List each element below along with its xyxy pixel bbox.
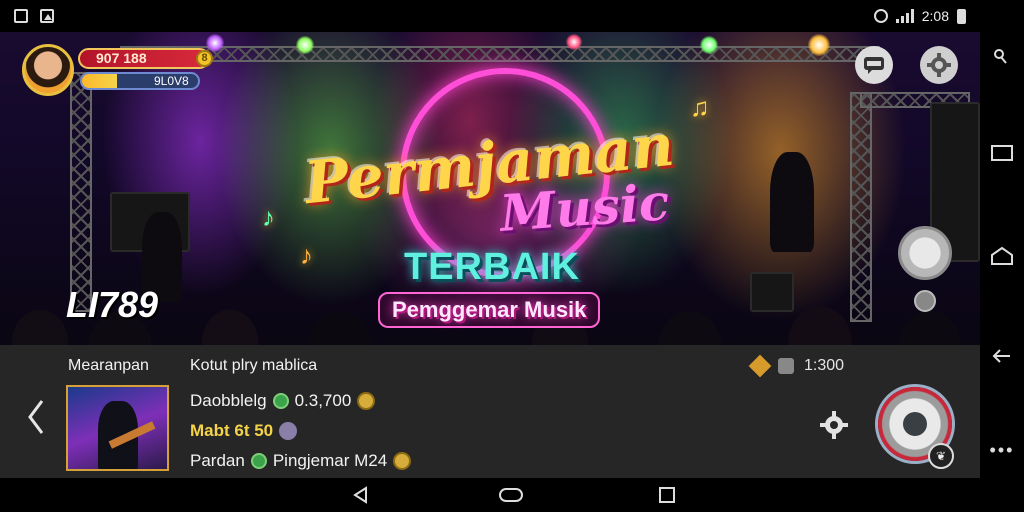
- back-arrow-icon[interactable]: [24, 397, 48, 437]
- logo-subtitle: TERBAIK: [404, 246, 580, 288]
- row-3-name: Pardan: [190, 451, 245, 470]
- grey-face-icon: [279, 422, 298, 440]
- key-icon[interactable]: [980, 48, 1024, 66]
- music-note-icon: ♪: [300, 240, 313, 270]
- record-icon: [903, 412, 927, 436]
- spotlight: [808, 34, 830, 56]
- more-icon[interactable]: •••: [980, 440, 1024, 461]
- spotlight: [566, 34, 582, 50]
- gear-icon[interactable]: [818, 409, 850, 441]
- settings-cog-icon[interactable]: [920, 46, 958, 84]
- panel-title: Mearanpan: [68, 357, 149, 374]
- green-gem-icon: [250, 453, 267, 469]
- system-nav-side: •••: [980, 0, 1024, 512]
- player-avatar[interactable]: [22, 44, 74, 96]
- panel-status: 1:300: [748, 354, 845, 378]
- logo-tagline: Pemggemar Musik: [378, 292, 601, 328]
- status-time: 2:08: [921, 8, 949, 24]
- back-icon[interactable]: [980, 346, 1024, 366]
- panel-subtitle: Kotut plry mablica: [190, 357, 318, 374]
- green-gem-icon: [272, 393, 289, 409]
- home-pill-icon[interactable]: [498, 486, 524, 504]
- image-notification-icon: [40, 9, 54, 23]
- song-thumbnail[interactable]: [66, 385, 169, 471]
- score-value: 907 188: [96, 50, 147, 66]
- row-1-value: 0.3,700: [294, 391, 352, 410]
- panel-row-2: Mabt 6t 50: [190, 421, 298, 441]
- gold-tag-icon: [748, 354, 772, 378]
- status-bar: 2:08: [0, 0, 980, 32]
- side-indicator-dot[interactable]: [914, 290, 936, 312]
- logo-title-line2: Music: [498, 172, 672, 243]
- square-notification-icon: [14, 9, 28, 23]
- panel-row-1: Daobblelg 0.3,700: [190, 391, 376, 411]
- music-note-icon: ♫: [690, 92, 710, 122]
- emoji-button[interactable]: [898, 226, 952, 280]
- clock-icon: [873, 9, 888, 23]
- chat-icon[interactable]: [855, 46, 893, 84]
- level-label: 9L0V8: [154, 74, 189, 88]
- spotlight: [700, 36, 718, 54]
- spotlight: [206, 34, 224, 52]
- guitarist-right: [770, 152, 814, 252]
- gold-face-icon: [393, 452, 412, 470]
- app-frame: 2:08 907 188 8 9L0V8 Permjaman Music TER…: [0, 0, 1024, 512]
- coin-icon: 8: [196, 50, 213, 67]
- game-logo: Permjaman Music TERBAIK Pemggemar Musik: [280, 60, 740, 345]
- home-icon[interactable]: [980, 246, 1024, 266]
- row-1-name: Daobblelg: [190, 391, 267, 410]
- level-progress-bar: 9L0V8: [80, 72, 200, 90]
- coin-symbol: 8: [201, 52, 208, 64]
- leaf-badge-icon[interactable]: ❦: [928, 443, 954, 469]
- song-info-panel: Mearanpan Kotut plry mablica Daobblelg 0…: [0, 345, 980, 478]
- panel-status-value: 1:300: [804, 357, 845, 374]
- score-bar: 907 188: [78, 48, 210, 69]
- system-nav-bar: [0, 478, 980, 512]
- back-triangle-icon[interactable]: [352, 486, 370, 504]
- gold-face-icon: [357, 392, 376, 410]
- music-note-icon: ♪: [262, 202, 275, 232]
- grey-box-icon: [778, 358, 794, 374]
- concert-stage-banner: 907 188 8 9L0V8 Permjaman Music TERBAIK …: [0, 32, 980, 345]
- row-3-value: Pingjemar M24: [272, 451, 388, 470]
- watermark-label: LI789: [66, 284, 159, 325]
- level-progress-fill: [82, 74, 117, 88]
- signal-icon: [895, 9, 914, 23]
- battery-icon: [957, 8, 966, 24]
- recent-square-icon[interactable]: [658, 486, 676, 504]
- spotlight: [296, 36, 314, 54]
- panel-row-3: Pardan Pingjemar M24: [190, 451, 412, 471]
- recent-apps-icon[interactable]: [980, 144, 1024, 162]
- row-2-name: Mabt 6t 50: [190, 421, 274, 440]
